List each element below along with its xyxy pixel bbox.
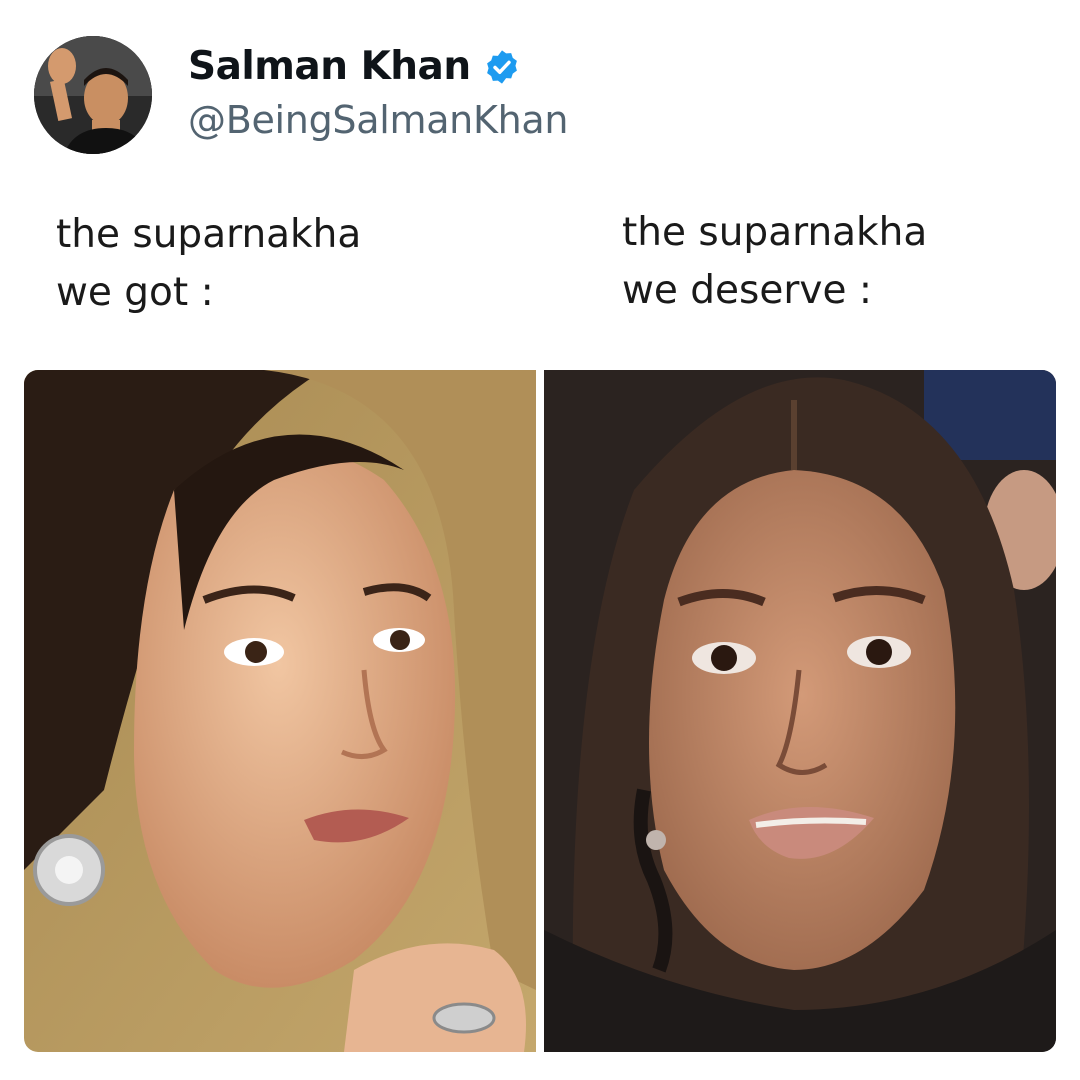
caption-left-line1: the suparnakha xyxy=(56,212,362,257)
tweet-header: Salman Khan @BeingSalmanKhan xyxy=(34,36,654,160)
caption-right-line2: we deserve : xyxy=(622,268,872,313)
caption-right-line1: the suparnakha xyxy=(622,210,928,255)
right-portrait-image xyxy=(544,370,1056,1052)
verified-badge-icon xyxy=(483,48,521,86)
name-row: Salman Khan xyxy=(188,44,521,89)
left-photo[interactable] xyxy=(24,370,536,1052)
caption-left: the suparnakha we got : xyxy=(56,206,361,322)
caption-right: the suparnakha we deserve : xyxy=(622,204,927,320)
left-portrait-image xyxy=(24,370,536,1052)
user-handle[interactable]: @BeingSalmanKhan xyxy=(188,98,568,142)
avatar-image xyxy=(34,36,152,154)
profile-avatar[interactable] xyxy=(34,36,152,154)
right-photo[interactable] xyxy=(544,370,1056,1052)
display-name[interactable]: Salman Khan xyxy=(188,44,471,89)
caption-left-line2: we got : xyxy=(56,270,214,315)
